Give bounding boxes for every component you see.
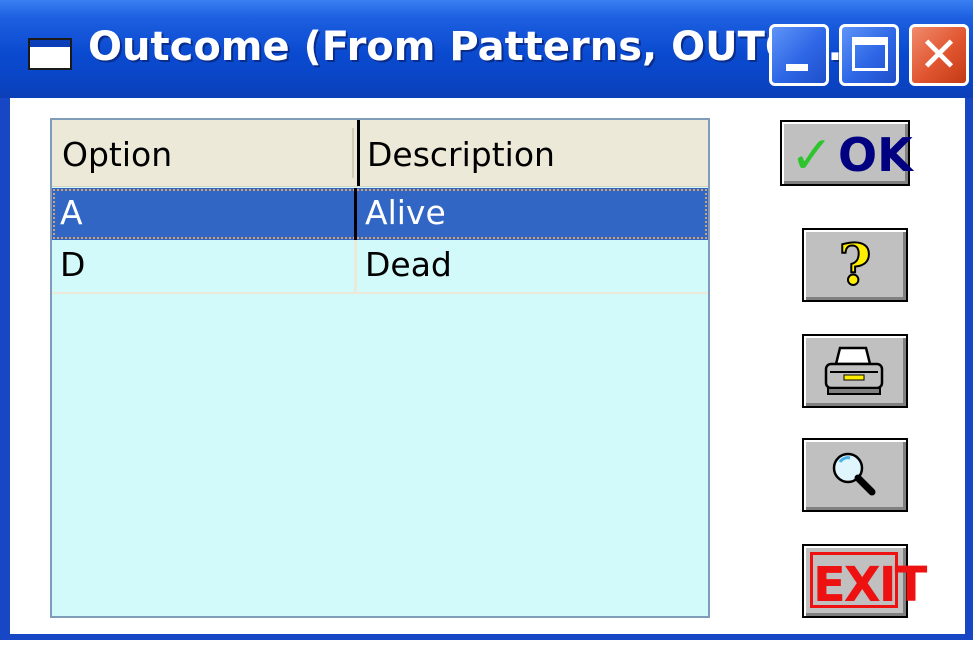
window-title: Outcome (From Patterns, OUTCO... (88, 24, 873, 70)
column-separator (352, 128, 354, 178)
grid-header: Option Description (52, 120, 708, 187)
exit-label: EXIT (810, 552, 927, 613)
column-header-description[interactable]: Description (357, 120, 708, 186)
description-cell: Dead (365, 245, 452, 284)
ok-button[interactable]: ✓ OK (780, 120, 913, 186)
check-icon: ✓ (790, 126, 834, 186)
close-button[interactable]: ✕ (909, 24, 969, 86)
table-row[interactable]: D Dead (52, 240, 708, 294)
option-cell: A (52, 188, 357, 240)
question-icon: ? (838, 231, 873, 299)
close-icon: ✕ (918, 27, 960, 83)
description-cell: Alive (365, 193, 446, 232)
window-icon (28, 38, 72, 70)
printer-icon (824, 346, 884, 395)
title-bar[interactable]: Outcome (From Patterns, OUTCO... ✕ (0, 0, 973, 98)
find-button[interactable] (802, 438, 908, 512)
dialog-body: Option Description A Alive D Dead ✓ OK ? (10, 98, 965, 634)
help-button[interactable]: ? (802, 228, 908, 302)
minimize-button[interactable] (769, 24, 829, 86)
maximize-button[interactable] (839, 24, 899, 86)
ok-label: OK (838, 128, 913, 182)
action-buttons: ✓ OK ? EXIT (780, 120, 927, 620)
magnifier-icon (832, 452, 876, 496)
exit-button[interactable]: EXIT (802, 544, 927, 618)
dialog-window: Outcome (From Patterns, OUTCO... ✕ Optio… (0, 0, 973, 640)
option-cell: D (52, 240, 357, 292)
table-row[interactable]: A Alive (52, 188, 708, 240)
options-grid[interactable]: Option Description A Alive D Dead (50, 118, 710, 618)
print-button[interactable] (802, 334, 908, 408)
column-header-option[interactable]: Option (52, 120, 357, 186)
